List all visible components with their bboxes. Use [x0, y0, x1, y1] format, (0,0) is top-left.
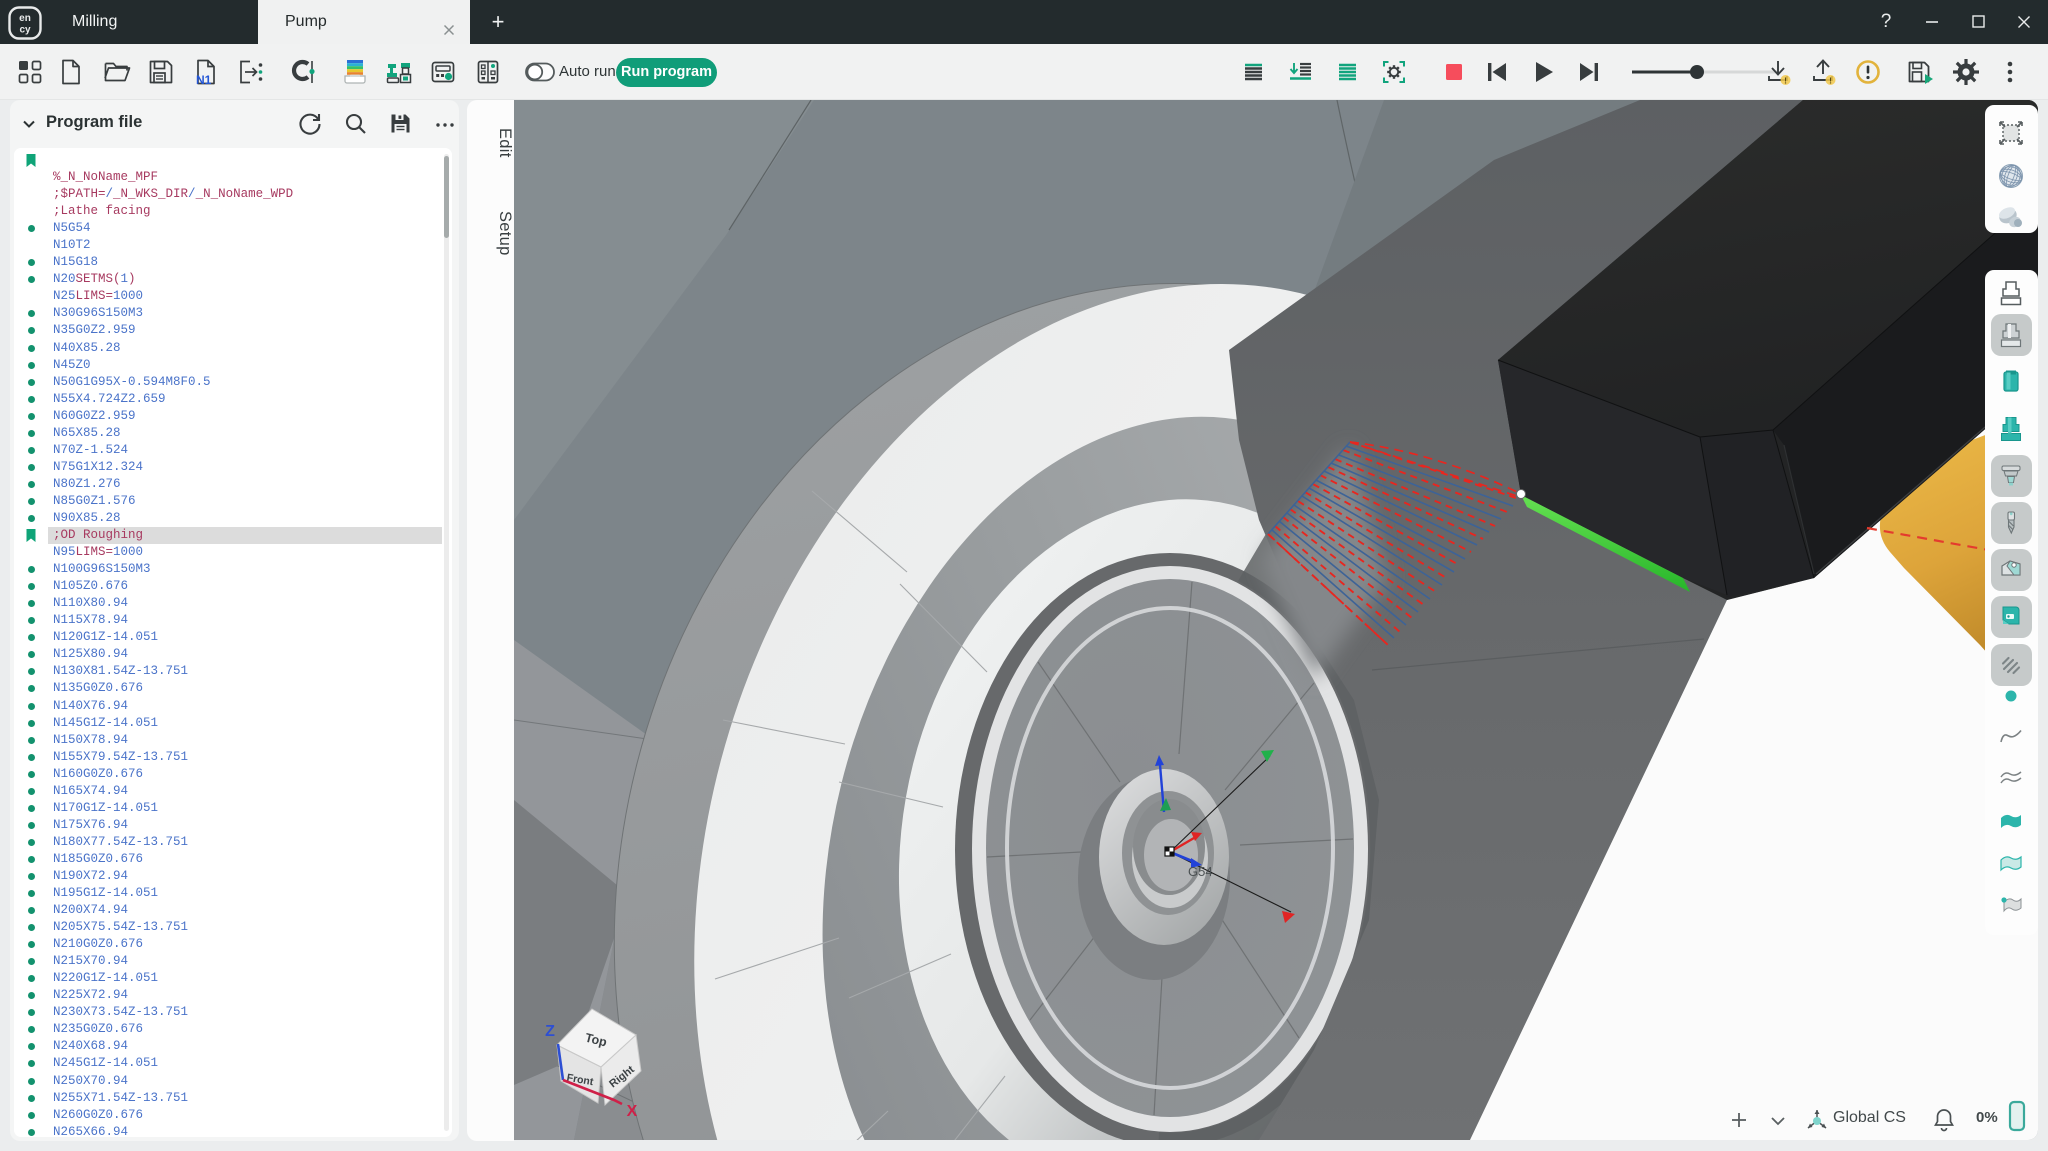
svg-text:N1: N1: [196, 73, 212, 87]
svg-text:!: !: [1784, 75, 1787, 85]
svg-text:en: en: [19, 13, 31, 24]
svg-text:G54: G54: [1188, 864, 1213, 879]
svg-text:!: !: [1829, 75, 1832, 85]
svg-text:cy: cy: [19, 25, 31, 36]
svg-text:Z: Z: [545, 1023, 555, 1040]
svg-text:X: X: [627, 1103, 638, 1120]
